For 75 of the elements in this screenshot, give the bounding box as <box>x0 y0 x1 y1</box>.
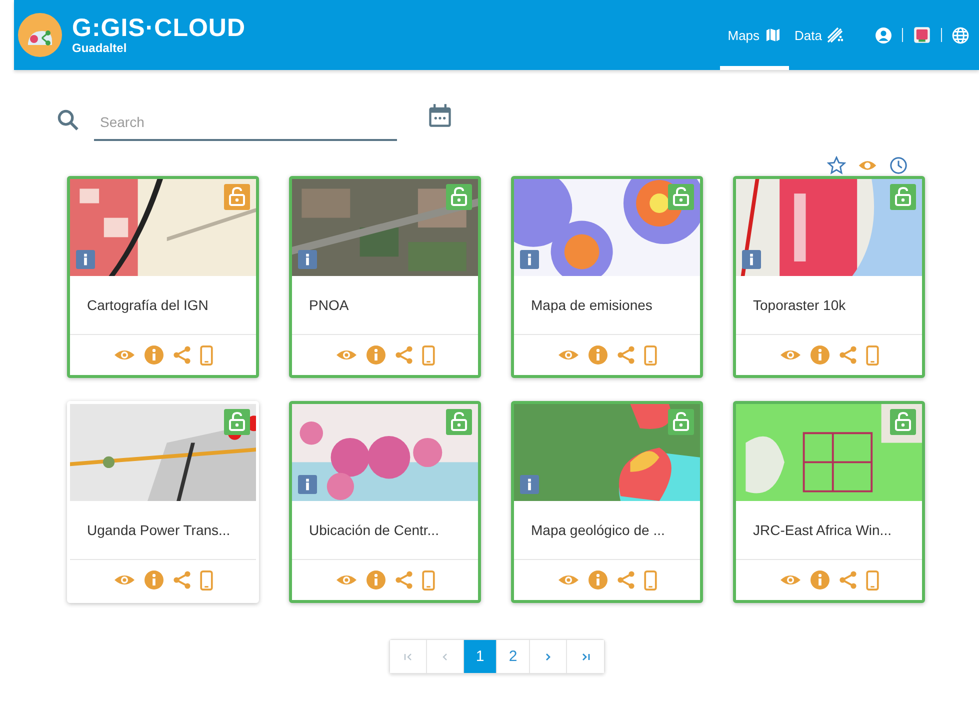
phone-icon[interactable] <box>422 570 435 590</box>
info-icon[interactable] <box>298 475 317 494</box>
share-icon[interactable] <box>838 345 858 365</box>
phone-icon[interactable] <box>644 570 657 590</box>
share-icon[interactable] <box>616 345 636 365</box>
info-icon[interactable] <box>76 250 95 269</box>
map-card[interactable]: JRC-East Africa Win... <box>733 401 925 603</box>
phone-icon[interactable] <box>644 344 657 366</box>
info-icon[interactable] <box>810 345 830 365</box>
unlock-icon[interactable] <box>668 184 694 210</box>
logo-icon <box>18 13 62 57</box>
map-card[interactable]: Mapa de emisiones <box>511 176 703 378</box>
info-icon[interactable] <box>588 570 608 590</box>
map-card[interactable]: PNOA <box>289 176 481 378</box>
previous-page-button[interactable] <box>427 640 464 673</box>
globe-icon[interactable] <box>952 26 969 44</box>
first-page-icon <box>403 652 413 662</box>
info-icon[interactable] <box>588 345 608 365</box>
star-icon[interactable] <box>827 156 846 174</box>
info-icon[interactable] <box>520 250 539 269</box>
map-title: Toporaster 10k <box>736 276 922 335</box>
last-page-button[interactable] <box>567 640 604 673</box>
info-icon[interactable] <box>520 475 539 494</box>
info-icon[interactable] <box>366 570 386 590</box>
share-icon[interactable] <box>172 345 192 365</box>
user-icon[interactable] <box>875 26 892 44</box>
phone-icon[interactable] <box>422 344 435 366</box>
unlock-icon[interactable] <box>890 409 916 435</box>
share-icon[interactable] <box>838 570 858 590</box>
unlock-icon[interactable] <box>446 409 472 435</box>
phone-icon[interactable] <box>866 570 879 590</box>
map-title: Cartografía del IGN <box>70 276 256 335</box>
data-icon <box>827 27 843 43</box>
share-icon[interactable] <box>394 570 414 590</box>
share-icon[interactable] <box>172 570 192 590</box>
phone-icon[interactable] <box>200 570 213 590</box>
unlock-icon[interactable] <box>224 184 250 210</box>
first-page-button[interactable] <box>390 640 427 673</box>
info-icon[interactable] <box>144 345 164 365</box>
page-button[interactable]: 2 <box>497 640 530 673</box>
unlock-icon[interactable] <box>890 184 916 210</box>
phone-icon[interactable] <box>866 344 879 366</box>
unlock-icon[interactable] <box>446 184 472 210</box>
chevron-left-icon <box>440 652 450 662</box>
map-icon <box>764 27 781 43</box>
share-icon[interactable] <box>616 570 636 590</box>
map-title: Ubicación de Centr... <box>292 501 478 560</box>
info-icon[interactable] <box>366 345 386 365</box>
info-icon[interactable] <box>742 250 761 269</box>
map-card[interactable]: Ubicación de Centr... <box>289 401 481 603</box>
app-icon[interactable] <box>913 26 931 44</box>
map-card[interactable]: Cartografía del IGN <box>67 176 259 378</box>
map-card[interactable]: Mapa geológico de ... <box>511 401 703 603</box>
info-icon[interactable] <box>144 570 164 590</box>
search-icon <box>57 109 79 131</box>
info-icon[interactable] <box>810 570 830 590</box>
organization-name: Guadaltel <box>72 41 128 55</box>
map-card[interactable]: Toporaster 10k <box>733 176 925 378</box>
map-title: PNOA <box>292 276 478 335</box>
map-title: Uganda Power Trans... <box>70 501 256 560</box>
last-page-icon <box>580 652 590 662</box>
share-icon[interactable] <box>394 345 414 365</box>
clock-icon[interactable] <box>889 156 908 174</box>
map-card[interactable]: Uganda Power Trans... <box>67 401 259 603</box>
brand-logo: G:GIS·CLOUD <box>72 15 246 41</box>
phone-icon[interactable] <box>200 344 213 366</box>
map-title: Mapa geológico de ... <box>514 501 700 560</box>
info-icon[interactable] <box>298 250 317 269</box>
map-title: Mapa de emisiones <box>514 276 700 335</box>
calendar-icon[interactable] <box>427 103 453 129</box>
chevron-right-icon <box>543 652 553 662</box>
unlock-icon[interactable] <box>668 409 694 435</box>
unlock-icon[interactable] <box>224 409 250 435</box>
map-title: JRC-East Africa Win... <box>736 501 922 560</box>
next-page-button[interactable] <box>530 640 567 673</box>
